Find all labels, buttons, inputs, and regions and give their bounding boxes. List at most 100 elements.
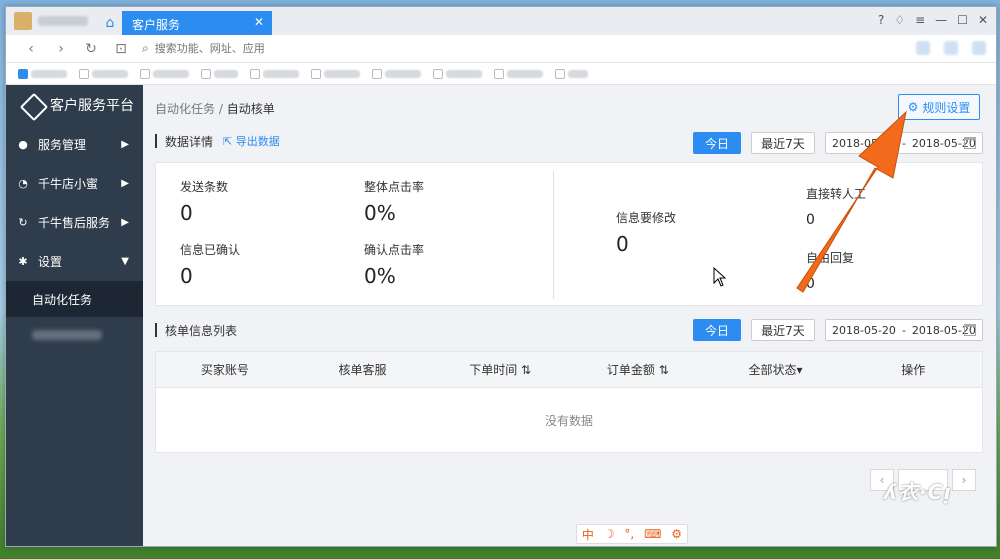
bookmark-item[interactable] — [18, 68, 67, 79]
order-list-header: 核单信息列表 — [155, 318, 237, 342]
forward-icon[interactable]: › — [46, 41, 76, 57]
sidebar-item-service-management[interactable]: ● 服务管理 ▶ — [6, 125, 143, 164]
calendar-icon[interactable] — [964, 324, 976, 336]
stat-modify: 信息要修改 0 — [616, 209, 676, 256]
breadcrumb-parent[interactable]: 自动化任务 — [155, 102, 215, 116]
stat-value: 0 — [806, 212, 815, 228]
extension-icon[interactable] — [916, 41, 930, 55]
tab-title: 客户服务 — [132, 18, 181, 32]
breadcrumb-separator: / — [215, 102, 227, 116]
bookmark-item[interactable] — [311, 68, 360, 79]
bookmark-icon — [140, 68, 150, 79]
tab-bar: ⌂ 客户服务 ✕ ? ♢ ≡ — ☐ ✕ — [6, 7, 996, 35]
bookmark-icon — [433, 68, 443, 79]
window-icon[interactable] — [972, 41, 986, 55]
punctuation-icon[interactable]: °, — [624, 527, 634, 541]
stat-transfer: 直接转人工 0 — [806, 185, 866, 228]
help-icon[interactable]: ? — [878, 13, 884, 27]
sidebar-subitem-blurred[interactable] — [6, 317, 143, 353]
back-icon[interactable]: ‹ — [16, 41, 46, 57]
bookmark-label-blurred — [507, 69, 543, 78]
favorite-icon[interactable]: ⊡ — [106, 41, 136, 57]
bookmark-icon — [311, 68, 321, 79]
date-range-picker[interactable]: 2018-05-20 - 2018-05-20 — [825, 319, 983, 341]
sidebar-item-qianniu-assistant[interactable]: ◔ 千牛店小蜜 ▶ — [6, 164, 143, 203]
stat-label: 确认点击率 — [364, 243, 425, 257]
col-order-time-sortable[interactable]: 下单时间 ⇅ — [431, 361, 569, 378]
empty-state: 没有数据 — [544, 414, 593, 428]
breadcrumb-current: 自动核单 — [226, 102, 275, 116]
export-data-label: 导出数据 — [235, 135, 280, 148]
address-search[interactable]: ⌕ — [142, 41, 555, 56]
last-7-days-button[interactable]: 最近7天 — [751, 319, 815, 341]
stat-confirmed: 信息已确认 0 — [180, 241, 240, 288]
gear-icon: ✱ — [18, 255, 28, 268]
stat-reply: 自由回复 0 — [806, 249, 854, 292]
sidebar-item-label: 千牛售后服务 — [38, 216, 111, 230]
last-7-days-button[interactable]: 最近7天 — [751, 132, 815, 154]
user-tab[interactable] — [14, 12, 94, 30]
col-status-filter[interactable]: 全部状态▾ — [707, 361, 845, 378]
bookmark-item[interactable] — [140, 68, 189, 79]
sidebar-item-settings[interactable]: ✱ 设置 ▼ — [6, 242, 143, 281]
bookmark-icon — [201, 68, 211, 79]
address-bar: ‹ › ↻ ⊡ ⌕ — [6, 35, 996, 63]
stat-label: 自由回复 — [806, 251, 855, 265]
next-page-icon[interactable]: › — [952, 469, 976, 491]
moon-icon[interactable]: ☽ — [604, 527, 615, 541]
brand: 客户服务平台 — [6, 85, 143, 125]
today-button[interactable]: 今日 — [693, 132, 741, 154]
col-order-amount-sortable[interactable]: 订单金额 ⇅ — [569, 361, 707, 378]
sidebar-item-after-sales[interactable]: ↻ 千牛售后服务 ▶ — [6, 203, 143, 242]
section-bar — [155, 323, 157, 337]
user-name-blurred — [38, 16, 88, 26]
bookmark-icon — [555, 68, 565, 79]
minimize-icon[interactable]: — — [935, 13, 947, 27]
stat-confirm-rate: 确认点击率 0% — [364, 241, 424, 288]
menu-icon[interactable]: ≡ — [915, 13, 925, 27]
close-icon[interactable]: ✕ — [254, 15, 264, 29]
chevron-right-icon: ▶ — [121, 139, 129, 150]
stat-label: 发送条数 — [180, 180, 229, 194]
avatar[interactable] — [14, 12, 32, 30]
stat-value: 0 — [180, 264, 193, 288]
bookmark-item[interactable] — [494, 68, 543, 79]
settings-icon[interactable]: ⚙ — [671, 527, 682, 541]
window-close-icon[interactable]: ✕ — [978, 13, 988, 27]
bookmark-item[interactable] — [372, 68, 421, 79]
bookmark-item[interactable] — [555, 68, 588, 79]
address-right-icons — [916, 41, 986, 55]
search-icon: ⌕ — [142, 41, 149, 55]
date-range-picker[interactable]: 2018-05-20 - 2018-05-20 — [825, 132, 983, 154]
stat-sent: 发送条数 0 — [180, 178, 228, 225]
maximize-icon[interactable]: ☐ — [957, 13, 968, 27]
stat-label: 信息要修改 — [616, 211, 677, 225]
section-title: 数据详情 — [165, 134, 214, 149]
bookmark-item[interactable] — [201, 68, 238, 79]
search-input[interactable] — [154, 42, 555, 55]
chevron-right-icon: ▶ — [121, 217, 129, 228]
sidebar-subitem-label: 自动化任务 — [32, 292, 93, 307]
export-data-link[interactable]: ⇱ 导出数据 — [223, 133, 280, 149]
date-start: 2018-05-20 — [832, 323, 896, 337]
bookmark-item[interactable] — [433, 68, 482, 79]
rule-settings-button[interactable]: ⚙ 规则设置 — [898, 94, 980, 120]
sidebar-subitem-automation[interactable]: 自动化任务 — [6, 281, 143, 317]
mail-icon[interactable] — [944, 41, 958, 55]
today-button[interactable]: 今日 — [693, 319, 741, 341]
keyboard-icon[interactable]: ⌨ — [644, 527, 661, 541]
ime-toolbar: 中 ☽ °, ⌨ ⚙ — [576, 524, 688, 544]
home-icon[interactable]: ⌂ — [98, 11, 122, 35]
bookmark-item[interactable] — [79, 68, 128, 79]
chinese-mode-icon[interactable]: 中 — [582, 526, 594, 543]
skin-icon[interactable]: ♢ — [894, 13, 905, 27]
refresh-icon[interactable]: ↻ — [76, 41, 106, 57]
stat-value: 0 — [180, 201, 193, 225]
bookmark-item[interactable] — [250, 68, 299, 79]
calendar-icon[interactable] — [964, 137, 976, 149]
bookmark-label-blurred — [153, 69, 189, 78]
col-check-agent: 核单客服 — [338, 363, 387, 377]
table-header: 买家账号 核单客服 下单时间 ⇅ 订单金额 ⇅ 全部状态▾ 操作 — [156, 352, 982, 388]
stat-value: 0% — [364, 264, 396, 288]
tab-customer-service[interactable]: 客户服务 ✕ — [122, 11, 272, 35]
